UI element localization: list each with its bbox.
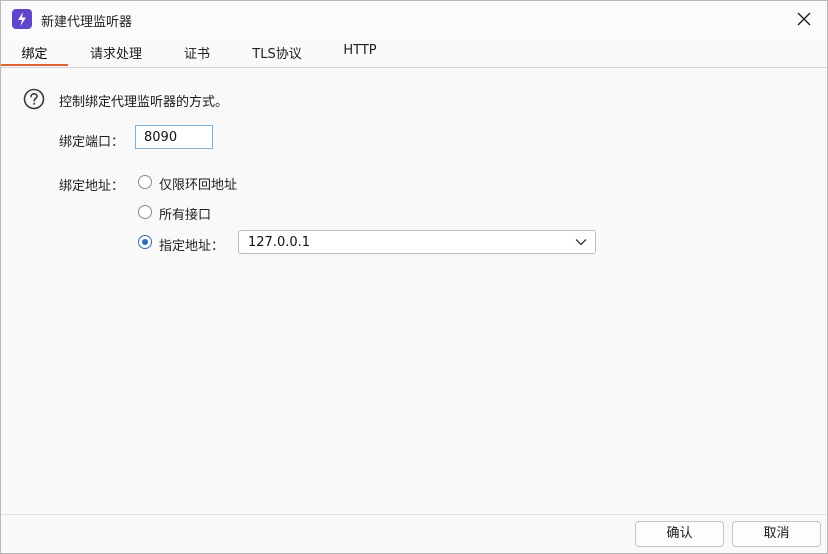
radio-all-interfaces[interactable] (138, 205, 152, 219)
close-icon (797, 12, 811, 26)
tab-certificate[interactable]: 证书 (173, 43, 221, 67)
address-select[interactable]: 127.0.0.1 (238, 230, 596, 254)
title-bar: 新建代理监听器 (1, 1, 827, 37)
close-button[interactable] (781, 1, 827, 37)
window-title: 新建代理监听器 (41, 15, 133, 30)
radio-all-interfaces-label[interactable]: 所有接口 (159, 204, 211, 223)
ok-button[interactable]: 确认 (635, 521, 724, 547)
tab-tls-protocol[interactable]: TLS协议 (240, 43, 314, 67)
dialog-window: 新建代理监听器 绑定 请求处理 证书 TLS协议 HTTP 控制绑定代理监听器的… (0, 0, 828, 554)
lightning-icon (12, 9, 32, 29)
tab-bar: 绑定 请求处理 证书 TLS协议 HTTP (1, 37, 827, 68)
binding-panel: 控制绑定代理监听器的方式。 绑定端口： 绑定地址： 仅限环回地址 所有接口 指定… (1, 68, 827, 514)
chevron-down-icon (575, 239, 587, 246)
radio-loopback-label[interactable]: 仅限环回地址 (159, 174, 237, 193)
port-label: 绑定端口： (59, 135, 125, 150)
port-input[interactable] (135, 125, 213, 149)
address-select-value: 127.0.0.1 (248, 235, 311, 250)
active-tab-indicator (1, 64, 68, 66)
radio-loopback-only[interactable] (138, 175, 152, 189)
tab-http[interactable]: HTTP (332, 43, 388, 67)
radio-specific-address-label[interactable]: 指定地址： (159, 235, 224, 254)
panel-description: 控制绑定代理监听器的方式。 (59, 95, 229, 110)
cancel-button[interactable]: 取消 (732, 521, 821, 547)
address-label: 绑定地址： (59, 179, 125, 194)
tab-request-handling[interactable]: 请求处理 (77, 43, 155, 67)
radio-specific-address[interactable] (138, 235, 152, 249)
dialog-footer: 确认 取消 (1, 514, 827, 553)
question-icon (23, 88, 45, 110)
